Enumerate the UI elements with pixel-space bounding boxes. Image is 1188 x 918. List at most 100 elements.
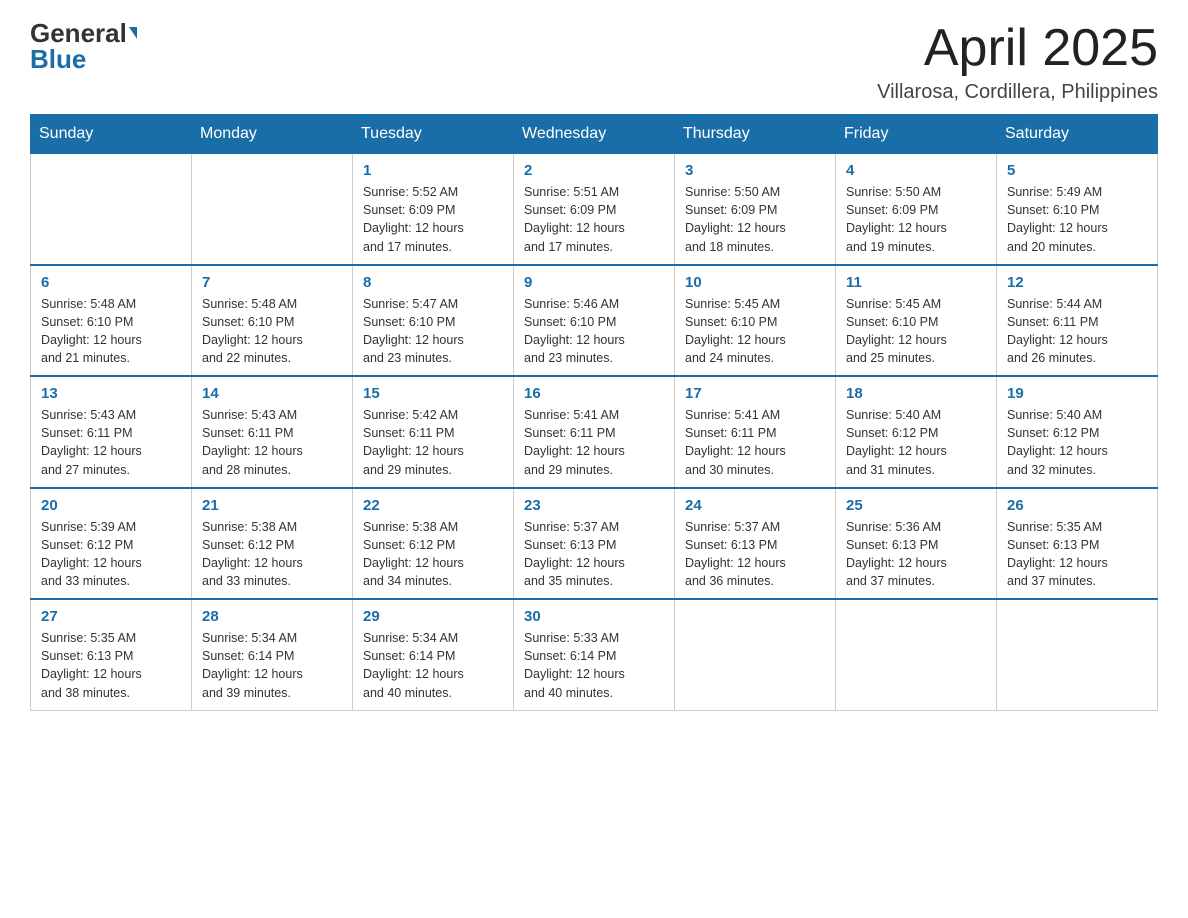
logo-blue: Blue — [30, 46, 86, 72]
calendar-cell: 18 Sunrise: 5:40 AM Sunset: 6:12 PM Dayli… — [836, 376, 997, 488]
month-title: April 2025 — [877, 20, 1158, 77]
day-info: Sunrise: 5:38 AM Sunset: 6:12 PM Dayligh… — [363, 518, 503, 591]
weekday-header-friday: Friday — [836, 115, 997, 154]
day-number: 3 — [685, 162, 825, 179]
day-number: 4 — [846, 162, 986, 179]
day-number: 12 — [1007, 274, 1147, 291]
weekday-header-thursday: Thursday — [675, 115, 836, 154]
day-info: Sunrise: 5:50 AM Sunset: 6:09 PM Dayligh… — [846, 183, 986, 256]
calendar-cell: 30 Sunrise: 5:33 AM Sunset: 6:14 PM Dayli… — [514, 599, 675, 710]
day-info: Sunrise: 5:35 AM Sunset: 6:13 PM Dayligh… — [1007, 518, 1147, 591]
calendar-cell: 23 Sunrise: 5:37 AM Sunset: 6:13 PM Dayli… — [514, 488, 675, 600]
calendar-cell: 12 Sunrise: 5:44 AM Sunset: 6:11 PM Dayli… — [997, 265, 1158, 377]
page-header: General Blue April 2025 Villarosa, Cordi… — [30, 20, 1158, 104]
day-number: 23 — [524, 497, 664, 514]
day-info: Sunrise: 5:42 AM Sunset: 6:11 PM Dayligh… — [363, 406, 503, 479]
calendar-cell — [31, 154, 192, 265]
weekday-header-tuesday: Tuesday — [353, 115, 514, 154]
calendar-cell: 10 Sunrise: 5:45 AM Sunset: 6:10 PM Dayli… — [675, 265, 836, 377]
day-info: Sunrise: 5:41 AM Sunset: 6:11 PM Dayligh… — [524, 406, 664, 479]
day-number: 18 — [846, 385, 986, 402]
calendar-cell: 6Sunrise: 5:48 AM Sunset: 6:10 PM Daylig… — [31, 265, 192, 377]
calendar-cell: 21 Sunrise: 5:38 AM Sunset: 6:12 PM Dayli… — [192, 488, 353, 600]
day-number: 17 — [685, 385, 825, 402]
day-info: Sunrise: 5:45 AM Sunset: 6:10 PM Dayligh… — [685, 295, 825, 368]
location-title: Villarosa, Cordillera, Philippines — [877, 81, 1158, 104]
title-section: April 2025 Villarosa, Cordillera, Philip… — [877, 20, 1158, 104]
calendar-week-row: 6Sunrise: 5:48 AM Sunset: 6:10 PM Daylig… — [31, 265, 1158, 377]
day-info: Sunrise: 5:50 AM Sunset: 6:09 PM Dayligh… — [685, 183, 825, 256]
day-info: Sunrise: 5:41 AM Sunset: 6:11 PM Dayligh… — [685, 406, 825, 479]
calendar-cell: 9 Sunrise: 5:46 AM Sunset: 6:10 PM Daylig… — [514, 265, 675, 377]
calendar-cell: 29 Sunrise: 5:34 AM Sunset: 6:14 PM Dayli… — [353, 599, 514, 710]
day-info: Sunrise: 5:52 AM Sunset: 6:09 PM Dayligh… — [363, 183, 503, 256]
calendar-cell — [192, 154, 353, 265]
calendar-cell: 2 Sunrise: 5:51 AM Sunset: 6:09 PM Daylig… — [514, 154, 675, 265]
calendar-cell: 1 Sunrise: 5:52 AM Sunset: 6:09 PM Daylig… — [353, 154, 514, 265]
calendar-cell — [836, 599, 997, 710]
day-info: Sunrise: 5:44 AM Sunset: 6:11 PM Dayligh… — [1007, 295, 1147, 368]
day-number: 21 — [202, 497, 342, 514]
calendar-cell: 7Sunrise: 5:48 AM Sunset: 6:10 PM Daylig… — [192, 265, 353, 377]
calendar-cell: 17 Sunrise: 5:41 AM Sunset: 6:11 PM Dayli… — [675, 376, 836, 488]
day-info: Sunrise: 5:38 AM Sunset: 6:12 PM Dayligh… — [202, 518, 342, 591]
weekday-header-saturday: Saturday — [997, 115, 1158, 154]
calendar-cell: 4 Sunrise: 5:50 AM Sunset: 6:09 PM Daylig… — [836, 154, 997, 265]
calendar-cell: 11 Sunrise: 5:45 AM Sunset: 6:10 PM Dayli… — [836, 265, 997, 377]
day-info: Sunrise: 5:45 AM Sunset: 6:10 PM Dayligh… — [846, 295, 986, 368]
day-info: Sunrise: 5:37 AM Sunset: 6:13 PM Dayligh… — [524, 518, 664, 591]
day-info: Sunrise: 5:34 AM Sunset: 6:14 PM Dayligh… — [363, 629, 503, 702]
day-number: 27 — [41, 608, 181, 625]
day-number: 29 — [363, 608, 503, 625]
day-info: Sunrise: 5:47 AM Sunset: 6:10 PM Dayligh… — [363, 295, 503, 368]
day-info: Sunrise: 5:39 AM Sunset: 6:12 PM Dayligh… — [41, 518, 181, 591]
day-number: 9 — [524, 274, 664, 291]
weekday-header-wednesday: Wednesday — [514, 115, 675, 154]
day-number: 24 — [685, 497, 825, 514]
day-number: 11 — [846, 274, 986, 291]
calendar-cell: 25Sunrise: 5:36 AM Sunset: 6:13 PM Dayli… — [836, 488, 997, 600]
calendar-cell: 3 Sunrise: 5:50 AM Sunset: 6:09 PM Daylig… — [675, 154, 836, 265]
day-number: 5 — [1007, 162, 1147, 179]
calendar-week-row: 1 Sunrise: 5:52 AM Sunset: 6:09 PM Daylig… — [31, 154, 1158, 265]
calendar-week-row: 27 Sunrise: 5:35 AM Sunset: 6:13 PM Dayli… — [31, 599, 1158, 710]
day-info: Sunrise: 5:43 AM Sunset: 6:11 PM Dayligh… — [41, 406, 181, 479]
day-number: 15 — [363, 385, 503, 402]
day-info: Sunrise: 5:40 AM Sunset: 6:12 PM Dayligh… — [1007, 406, 1147, 479]
day-number: 10 — [685, 274, 825, 291]
day-number: 2 — [524, 162, 664, 179]
calendar-cell: 24 Sunrise: 5:37 AM Sunset: 6:13 PM Dayli… — [675, 488, 836, 600]
calendar-cell — [997, 599, 1158, 710]
day-number: 13 — [41, 385, 181, 402]
day-number: 19 — [1007, 385, 1147, 402]
day-info: Sunrise: 5:35 AM Sunset: 6:13 PM Dayligh… — [41, 629, 181, 702]
weekday-header-sunday: Sunday — [31, 115, 192, 154]
calendar-cell: 15 Sunrise: 5:42 AM Sunset: 6:11 PM Dayli… — [353, 376, 514, 488]
calendar-week-row: 20 Sunrise: 5:39 AM Sunset: 6:12 PM Dayli… — [31, 488, 1158, 600]
logo-general: General — [30, 20, 127, 46]
calendar-table: SundayMondayTuesdayWednesdayThursdayFrid… — [30, 114, 1158, 711]
calendar-cell: 8 Sunrise: 5:47 AM Sunset: 6:10 PM Daylig… — [353, 265, 514, 377]
calendar-week-row: 13 Sunrise: 5:43 AM Sunset: 6:11 PM Dayli… — [31, 376, 1158, 488]
day-number: 8 — [363, 274, 503, 291]
day-number: 20 — [41, 497, 181, 514]
day-info: Sunrise: 5:51 AM Sunset: 6:09 PM Dayligh… — [524, 183, 664, 256]
day-number: 28 — [202, 608, 342, 625]
calendar-cell: 20 Sunrise: 5:39 AM Sunset: 6:12 PM Dayli… — [31, 488, 192, 600]
day-info: Sunrise: 5:37 AM Sunset: 6:13 PM Dayligh… — [685, 518, 825, 591]
logo-triangle-icon — [129, 27, 137, 39]
day-info: Sunrise: 5:43 AM Sunset: 6:11 PM Dayligh… — [202, 406, 342, 479]
calendar-cell: 28 Sunrise: 5:34 AM Sunset: 6:14 PM Dayli… — [192, 599, 353, 710]
day-number: 30 — [524, 608, 664, 625]
calendar-cell: 13 Sunrise: 5:43 AM Sunset: 6:11 PM Dayli… — [31, 376, 192, 488]
day-info: Sunrise: 5:46 AM Sunset: 6:10 PM Dayligh… — [524, 295, 664, 368]
logo: General Blue — [30, 20, 137, 72]
day-info: Sunrise: 5:48 AM Sunset: 6:10 PM Dayligh… — [202, 295, 342, 368]
day-info: Sunrise: 5:34 AM Sunset: 6:14 PM Dayligh… — [202, 629, 342, 702]
day-info: Sunrise: 5:40 AM Sunset: 6:12 PM Dayligh… — [846, 406, 986, 479]
calendar-cell: 19 Sunrise: 5:40 AM Sunset: 6:12 PM Dayli… — [997, 376, 1158, 488]
day-number: 1 — [363, 162, 503, 179]
day-info: Sunrise: 5:33 AM Sunset: 6:14 PM Dayligh… — [524, 629, 664, 702]
day-number: 26 — [1007, 497, 1147, 514]
weekday-header-row: SundayMondayTuesdayWednesdayThursdayFrid… — [31, 115, 1158, 154]
